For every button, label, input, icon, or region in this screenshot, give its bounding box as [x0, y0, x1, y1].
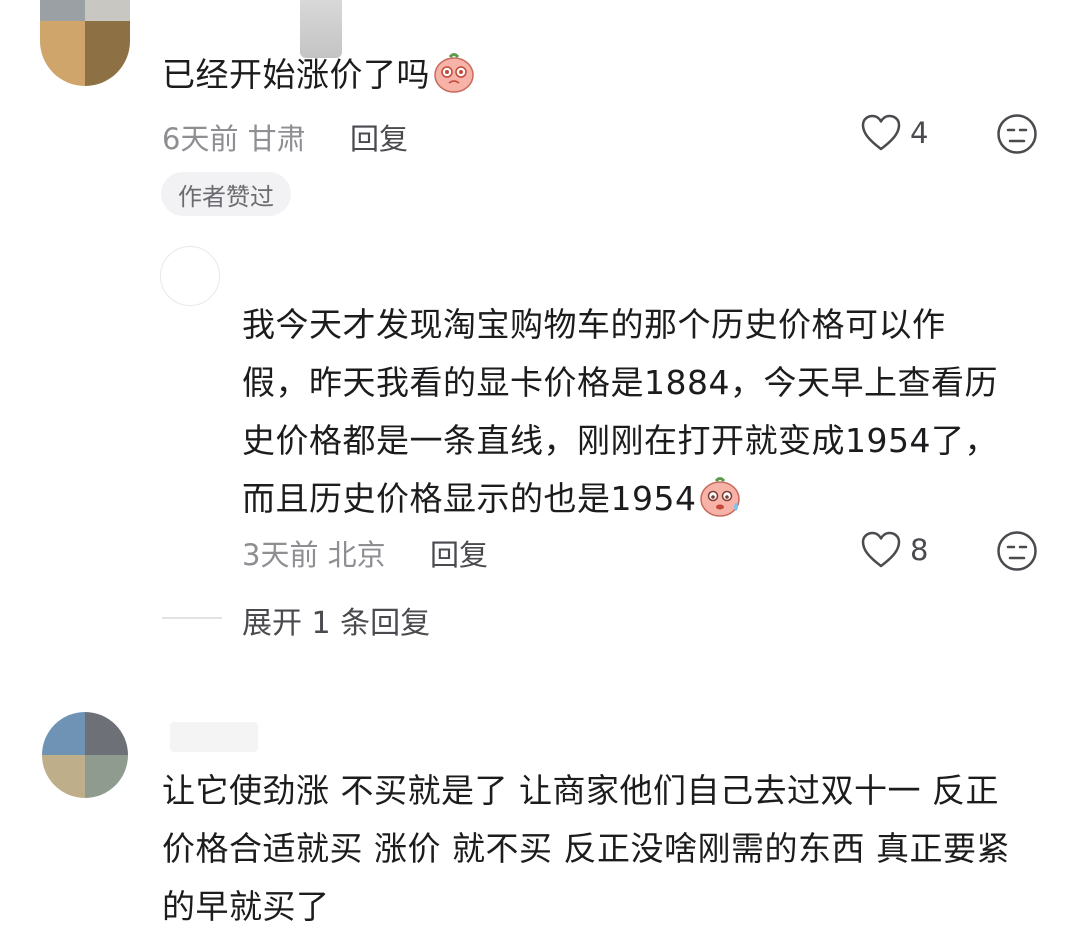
- comment-location: 甘肃: [247, 122, 306, 156]
- comment-line: 而且历史价格显示的也是1954: [242, 470, 998, 528]
- comment-time: 6天前: [162, 122, 239, 156]
- pleading-face-sticker-icon: [434, 53, 474, 93]
- comment-text: 让它使劲涨 不买就是了 让商家他们自己去过双十一 反正 价格合适就买 涨价 就不…: [162, 762, 1010, 936]
- expand-replies-button[interactable]: 展开 1 条回复: [242, 598, 430, 642]
- username-blurred[interactable]: [170, 722, 258, 752]
- comment-body: 已经开始涨价了吗: [162, 55, 430, 94]
- expand-divider: [162, 617, 222, 619]
- avatar[interactable]: [40, 0, 130, 86]
- like-count: 4: [910, 116, 929, 150]
- avatar[interactable]: [160, 246, 220, 306]
- comment-location: 北京: [327, 538, 386, 572]
- reply-button[interactable]: 回复: [430, 532, 488, 574]
- like-count: 8: [910, 533, 929, 567]
- author-liked-badge: 作者赞过: [161, 172, 291, 216]
- heart-outline-icon: [861, 531, 901, 568]
- like-button[interactable]: 4: [860, 113, 928, 153]
- comment-text: 已经开始涨价了吗: [162, 46, 476, 104]
- comment-line: 让它使劲涨 不买就是了 让商家他们自己去过双十一 反正: [162, 771, 999, 810]
- like-button[interactable]: 8: [860, 530, 928, 570]
- sweating-face-sticker-icon: [700, 477, 741, 517]
- comment-line-text: 而且历史价格显示的也是1954: [242, 479, 697, 518]
- comment-meta: 3天前 北京: [242, 532, 386, 574]
- comment-text: 我今天才发现淘宝购物车的那个历史价格可以作 假，昨天我看的显卡价格是1884，今…: [242, 296, 998, 528]
- comment-line: 史价格都是一条直线，刚刚在打开就变成1954了，: [242, 421, 998, 460]
- comment-meta: 6天前 甘肃: [162, 116, 306, 158]
- reply-button[interactable]: 回复: [350, 116, 408, 158]
- comment-line: 假，昨天我看的显卡价格是1884，今天早上查看历: [242, 363, 998, 402]
- comment-time: 3天前: [242, 538, 319, 572]
- comment-line: 价格合适就买 涨价 就不买 反正没啥刚需的东西 真正要紧: [162, 829, 1010, 868]
- avatar[interactable]: [42, 712, 128, 798]
- unhappy-face-icon[interactable]: [996, 530, 1038, 572]
- comment-line: 我今天才发现淘宝购物车的那个历史价格可以作: [242, 305, 946, 344]
- heart-outline-icon: [861, 114, 901, 151]
- comment-line: 的早就买了: [162, 887, 330, 926]
- unhappy-face-icon[interactable]: [996, 113, 1038, 155]
